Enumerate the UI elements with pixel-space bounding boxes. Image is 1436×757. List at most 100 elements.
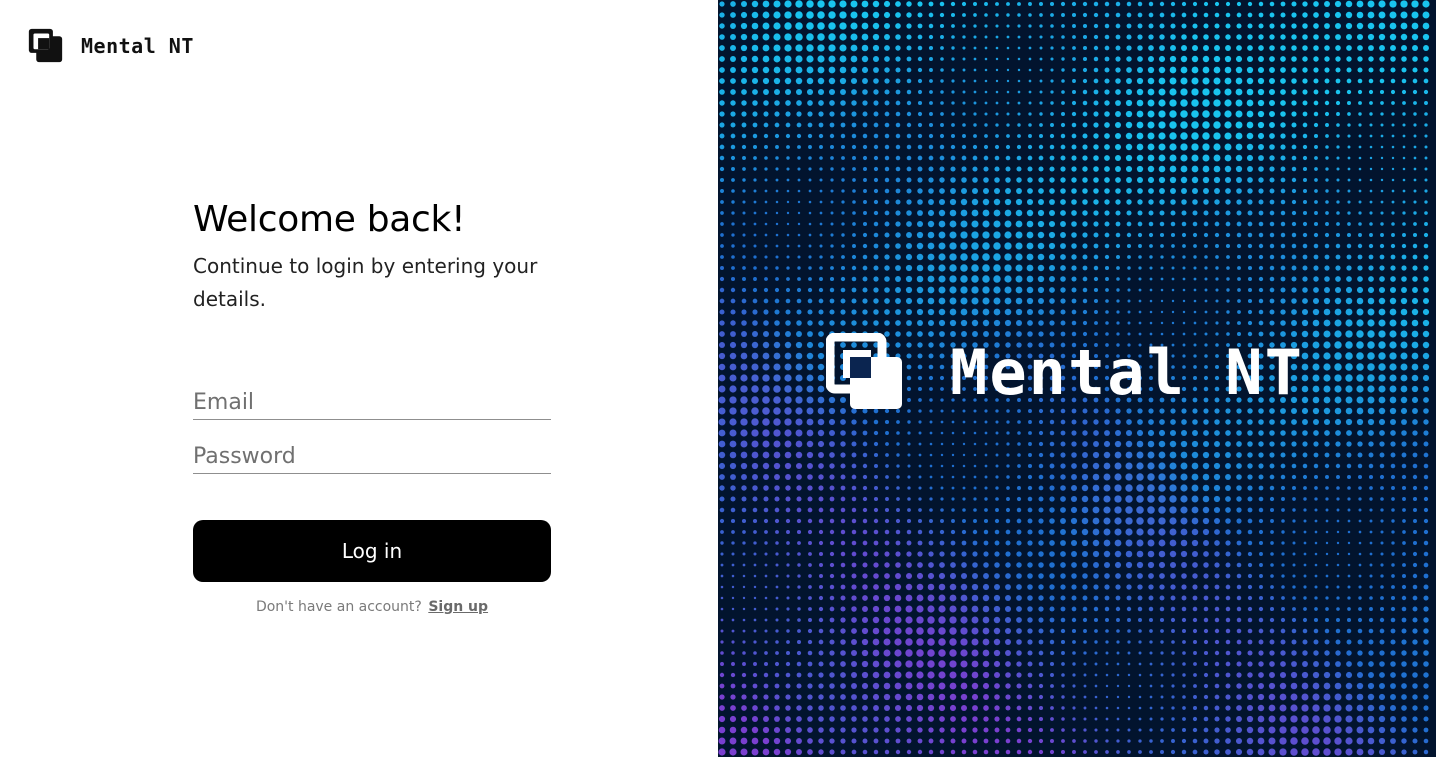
background-dot xyxy=(1160,321,1164,325)
background-dot xyxy=(840,617,846,623)
background-dot xyxy=(1082,221,1088,227)
background-dot xyxy=(1269,111,1275,117)
background-dot xyxy=(1412,474,1418,480)
signup-link[interactable]: Sign up xyxy=(428,599,488,615)
background-dot xyxy=(1116,321,1120,325)
background-dot xyxy=(730,122,736,128)
background-dot xyxy=(962,90,966,94)
background-dot xyxy=(1027,727,1033,733)
background-dot xyxy=(1247,518,1253,524)
background-dot xyxy=(1039,123,1043,127)
background-dot xyxy=(1050,673,1054,677)
background-dot xyxy=(1391,541,1395,545)
background-dot xyxy=(1005,584,1011,590)
background-dot xyxy=(1367,715,1375,723)
background-dot xyxy=(764,222,768,226)
login-button[interactable]: Log in xyxy=(193,520,551,582)
background-dot xyxy=(1048,231,1056,239)
email-field[interactable] xyxy=(193,387,551,420)
background-dot xyxy=(730,23,736,29)
background-dot xyxy=(841,189,845,193)
background-dot xyxy=(1391,497,1395,501)
background-dot xyxy=(1247,177,1253,183)
background-dot xyxy=(1127,277,1131,281)
background-dot xyxy=(896,453,900,457)
background-dot xyxy=(1105,299,1109,303)
background-dot xyxy=(1369,563,1373,567)
background-dot xyxy=(938,583,946,591)
background-dot xyxy=(1236,683,1242,689)
background-dot xyxy=(1314,541,1318,545)
background-dot xyxy=(884,749,890,755)
background-dot xyxy=(1182,288,1186,292)
background-dot xyxy=(1214,518,1220,524)
background-dot xyxy=(1005,177,1011,183)
background-dot xyxy=(1345,341,1353,349)
background-dot xyxy=(1291,67,1297,73)
background-dot xyxy=(1006,24,1010,28)
background-dot xyxy=(1028,453,1032,457)
background-dot xyxy=(884,232,890,238)
background-dot xyxy=(1423,727,1429,733)
background-dot xyxy=(906,133,912,139)
background-dot xyxy=(1235,143,1243,151)
background-dot xyxy=(995,24,999,28)
background-dot xyxy=(762,385,770,393)
background-dot xyxy=(1071,12,1077,18)
background-dot xyxy=(764,596,768,600)
background-dot xyxy=(972,144,978,150)
background-dot xyxy=(1181,562,1187,568)
background-dot xyxy=(1389,330,1397,338)
background-dot xyxy=(1378,748,1386,756)
background-dot xyxy=(995,134,999,138)
background-dot xyxy=(1368,243,1374,249)
header-brand[interactable]: Mental NT xyxy=(27,27,194,64)
background-dot xyxy=(1148,232,1154,238)
background-dot xyxy=(795,55,803,63)
background-dot xyxy=(940,123,944,127)
background-dot xyxy=(1202,88,1210,96)
background-dot xyxy=(1313,12,1319,18)
background-dot xyxy=(1149,728,1153,732)
background-dot xyxy=(873,309,879,315)
background-dot xyxy=(962,464,966,468)
background-dot xyxy=(1356,0,1364,8)
background-dot xyxy=(808,607,812,611)
background-dot xyxy=(753,563,757,567)
background-dot xyxy=(753,255,757,259)
background-dot xyxy=(1191,44,1199,52)
background-dot xyxy=(753,211,757,215)
background-dot xyxy=(742,662,746,666)
background-dot xyxy=(1401,243,1407,249)
background-dot xyxy=(862,705,868,711)
background-dot xyxy=(762,396,770,404)
background-dot xyxy=(1126,67,1132,73)
background-dot xyxy=(1082,56,1088,62)
background-dot xyxy=(973,508,977,512)
background-dot xyxy=(928,122,934,128)
password-field[interactable] xyxy=(193,441,551,474)
background-dot xyxy=(1412,595,1418,601)
background-dot xyxy=(1391,222,1395,226)
background-dot xyxy=(993,616,1001,624)
background-dot xyxy=(808,255,812,259)
background-dot xyxy=(775,255,779,259)
background-dot xyxy=(785,518,791,524)
background-dot xyxy=(740,429,748,437)
background-dot xyxy=(828,33,836,41)
background-dot xyxy=(982,308,990,316)
background-dot xyxy=(928,738,934,744)
background-dot xyxy=(1336,563,1340,567)
background-dot xyxy=(784,352,792,360)
background-dot xyxy=(1412,408,1418,414)
background-dot xyxy=(1105,321,1109,325)
background-dot xyxy=(1335,430,1341,436)
background-dot xyxy=(829,485,835,491)
background-dot xyxy=(906,529,912,535)
background-dot xyxy=(950,1,956,7)
background-dot xyxy=(731,266,735,270)
background-dot xyxy=(960,660,968,668)
background-dot xyxy=(1071,562,1077,568)
background-dot xyxy=(993,627,1001,635)
background-dot xyxy=(1213,473,1221,481)
